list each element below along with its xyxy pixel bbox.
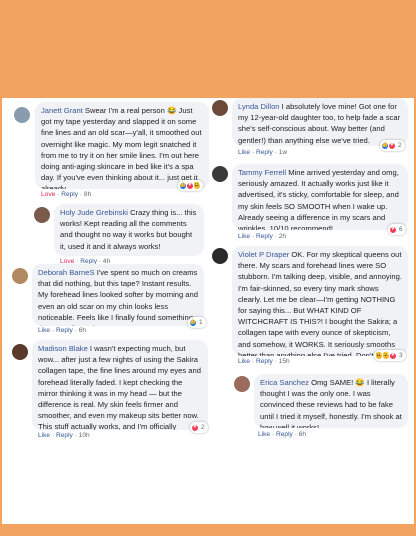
reactions-summary[interactable]: ♥ 2 [190,422,208,433]
commenter-name[interactable]: Lynda Dillon [238,102,282,111]
timestamp[interactable]: 6h [79,327,86,334]
commenter-name[interactable]: Madison Blake [38,344,90,353]
avatar[interactable] [12,268,28,284]
comment-actions: Like · Reply · 6h [38,327,87,334]
comment-bubble: Violet P Draper OK. For my skeptical que… [232,246,408,356]
like-link[interactable]: Like [238,358,250,365]
timestamp[interactable]: 1w [279,149,287,156]
reactions-summary[interactable]: 👍 1 [188,317,206,328]
reaction-count: 2 [398,142,402,149]
comment-actions: Like · Reply · 10h [38,432,90,439]
heart-icon: ♥ [191,423,199,432]
avatar[interactable] [212,166,228,182]
haha-icon: 😆 [193,181,201,190]
timestamp[interactable]: 2h [279,233,286,240]
reactions-summary[interactable]: ♥ 6 [388,224,406,235]
comment-bubble: Deborah BarneS I've spent so much on cre… [32,264,204,326]
like-link[interactable]: Like [258,431,270,438]
comment-bubble: Holy Jude Grebinski Crazy thing is... th… [54,204,204,256]
heart-icon: ♥ [389,351,397,360]
reply-link[interactable]: Reply [56,327,73,334]
reaction-count: 2 [201,424,205,431]
comment-lynda-dillon: Lynda Dillon I absolutely love mine! Got… [208,98,414,160]
comment-janett-grant: Janett Grant Swear I'm a real person 😂 J… [2,98,210,202]
commenter-name[interactable]: Holy Jude Grebinski [60,208,130,217]
love-link[interactable]: Love [41,191,55,198]
commenter-name[interactable]: Deborah BarneS [38,268,97,277]
comment-actions: Love · Reply · 8h [41,191,92,198]
commenter-name[interactable]: Tammy Ferrell [238,168,288,177]
like-link[interactable]: Like [238,149,250,156]
reactions-summary[interactable]: 😆 😮 ♥ 3 [374,350,406,361]
comment-bubble: Janett Grant Swear I'm a real person 😂 J… [35,102,209,189]
comment-text: Swear I'm a real person 😂 Just got my ta… [41,106,202,189]
comment-holy-jude-grebinski: Holy Jude Grebinski Crazy thing is... th… [2,204,210,266]
comment-bubble: Lynda Dillon I absolutely love mine! Got… [232,98,408,146]
avatar[interactable] [34,207,50,223]
comment-actions: Like · Reply · 15h [238,358,290,365]
like-icon: 👍 [189,318,197,327]
reaction-count: 3 [399,352,403,359]
reply-link[interactable]: Reply [276,431,293,438]
avatar[interactable] [212,100,228,116]
comment-bubble: Erica Sanchez Omg SAME! 😂 I literally th… [254,374,408,428]
reactions-summary[interactable]: 👍 ♥ 😆 [178,180,203,191]
comments-panel: Janett Grant Swear I'm a real person 😂 J… [2,98,414,524]
comment-text: I wasn't expecting much, but wow... afte… [38,344,201,430]
comment-bubble: Madison Blake I wasn't expecting much, b… [32,340,208,430]
comment-bubble: Tammy Ferrell Mine arrived yesterday and… [232,164,408,230]
comment-madison-blake: Madison Blake I wasn't expecting much, b… [2,340,210,444]
reaction-count: 1 [199,319,203,326]
reaction-count: 6 [399,226,403,233]
comment-actions: Like · Reply · 6h [258,431,307,438]
comment-actions: Like · Reply · 1w [238,149,288,156]
like-link[interactable]: Like [38,327,50,334]
avatar[interactable] [234,376,250,392]
comment-text: Mine arrived yesterday and omg, seriousl… [238,168,399,230]
timestamp[interactable]: 10h [79,432,90,439]
commenter-name[interactable]: Violet P Draper [238,250,291,259]
timestamp[interactable]: 6h [299,431,306,438]
reply-link[interactable]: Reply [61,191,78,198]
reply-link[interactable]: Reply [56,432,73,439]
like-link[interactable]: Like [38,432,50,439]
avatar[interactable] [12,344,28,360]
heart-icon: ♥ [389,225,397,234]
avatar[interactable] [212,248,228,264]
reactions-summary[interactable]: 👍 ♥ 2 [380,140,405,151]
reply-link[interactable]: Reply [256,233,273,240]
timestamp[interactable]: 15h [279,358,290,365]
comment-erica-sanchez: Erica Sanchez Omg SAME! 😂 I literally th… [208,374,414,442]
reply-link[interactable]: Reply [256,149,273,156]
heart-icon: ♥ [388,141,396,150]
comment-deborah-barnes: Deborah BarneS I've spent so much on cre… [2,264,210,338]
reply-link[interactable]: Reply [256,358,273,365]
comment-actions: Like · Reply · 2h [238,233,287,240]
commenter-name[interactable]: Janett Grant [41,106,85,115]
comment-violet-p-draper: Violet P Draper OK. For my skeptical que… [208,246,414,370]
avatar[interactable] [14,107,30,123]
timestamp[interactable]: 8h [84,191,91,198]
like-link[interactable]: Like [238,233,250,240]
comment-tammy-ferrell: Tammy Ferrell Mine arrived yesterday and… [208,164,414,242]
comment-text: OK. For my skeptical queens out there. M… [238,250,402,356]
commenter-name[interactable]: Erica Sanchez [260,378,311,387]
